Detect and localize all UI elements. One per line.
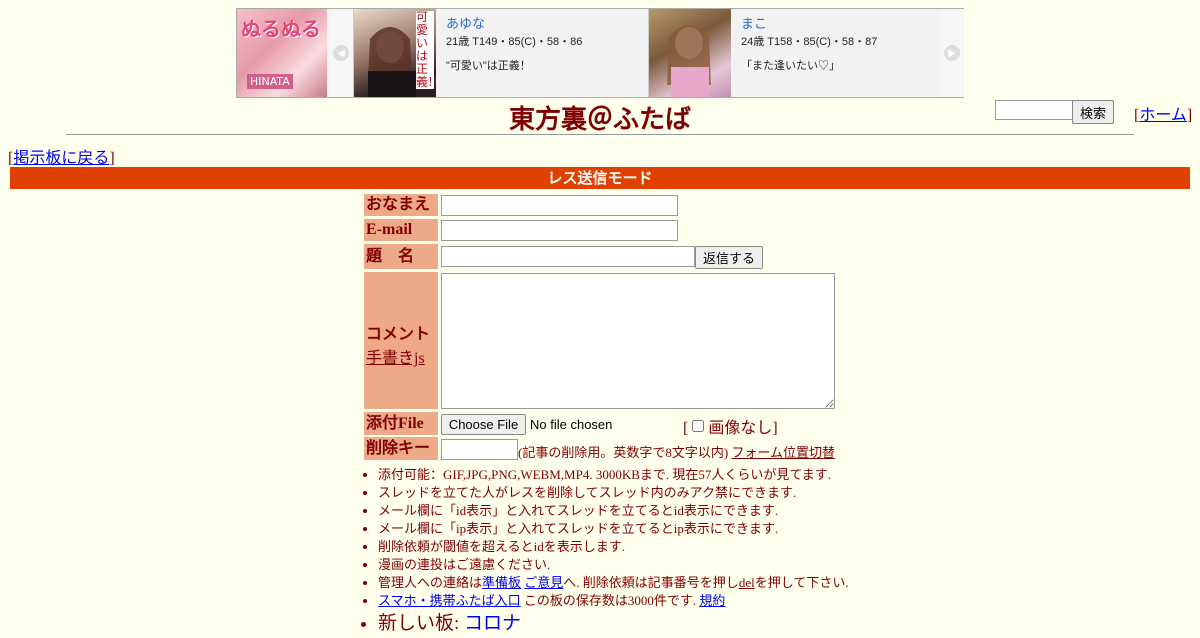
new-board-link[interactable]: コロナ <box>464 613 521 634</box>
card-message-1: "可愛い"は正義！ <box>446 60 531 72</box>
ad-left-title: ぬるぬる <box>241 17 321 41</box>
rule-item: 削除依頼が閾値を超えるとidを表示します. <box>378 538 849 556</box>
comment-label-cell: コメント 手書きjs <box>364 272 438 409</box>
rule-text: 管理人への連絡は <box>378 575 483 590</box>
rule-item-mobile: スマホ・携帯ふたば入口 この板の保存数は3000件です. 規約 <box>378 592 849 610</box>
back-to-board-link[interactable]: 掲示板に戻る <box>13 150 109 167</box>
mobile-entrance-link[interactable]: スマホ・携帯ふたば入口 <box>378 593 521 608</box>
email-label: E-mail <box>364 219 438 241</box>
feedback-link[interactable]: ご意見 <box>524 575 563 590</box>
name-label: おなまえ <box>364 194 438 216</box>
card-info-1: あゆな 21歳 T149・85(C)・58・86 "可愛い"は正義！ <box>446 13 582 73</box>
card-message-2: 「また逢いたい♡」 <box>741 60 840 72</box>
comment-label: コメント <box>366 326 431 343</box>
board-rules-list: 添付可能：GIF,JPG,PNG,WEBM,MP4. 3000KBまで. 現在5… <box>362 466 849 638</box>
card-photo-1[interactable]: 可愛いは正義!! <box>354 9 438 97</box>
rule-item: 漫画の連投はご遠慮ください. <box>378 556 849 574</box>
no-file-status: No file chosen <box>530 417 613 432</box>
banner-prev-button[interactable]: ◀ <box>329 9 353 97</box>
subject-label: 題 名 <box>364 244 438 269</box>
banner-card-2[interactable]: まこ 24歳 T158・85(C)・58・87 「また逢いたい♡」 <box>648 9 943 97</box>
subject-input[interactable] <box>441 246 695 267</box>
del-link[interactable]: del <box>739 575 755 590</box>
no-image-label: 画像なし <box>708 420 773 437</box>
rule-text: この板の保存数は3000件です. <box>520 593 700 608</box>
prep-board-link[interactable]: 準備板 <box>482 575 521 590</box>
chevron-right-icon: ▶ <box>944 45 960 61</box>
form-position-toggle-link[interactable]: フォーム位置切替 <box>731 445 835 460</box>
banner-card-1[interactable]: 可愛いは正義!! あゆな 21歳 T149・85(C)・58・86 "可愛い"は… <box>353 9 648 97</box>
card-name-1[interactable]: あゆな <box>446 13 582 32</box>
page-title: 東方裏＠ふたば <box>508 105 691 135</box>
rule-item: メール欄に「id表示」と入れてスレッドを立てるとid表示にできます. <box>378 502 849 520</box>
reply-submit-button[interactable]: 返信する <box>695 246 763 269</box>
card-name-2[interactable]: まこ <box>741 13 877 32</box>
rule-item: 添付可能：GIF,JPG,PNG,WEBM,MP4. 3000KBまで. 現在5… <box>378 466 849 484</box>
delete-key-input[interactable] <box>441 439 518 460</box>
rule-text: へ. 削除依頼は記事番号を押し <box>563 575 739 590</box>
rule-item: メール欄に「ip表示」と入れてスレッドを立てるとip表示にできます. <box>378 520 849 538</box>
name-input[interactable] <box>441 195 678 216</box>
card-photo-2[interactable] <box>649 9 731 97</box>
reply-mode-bar: レス送信モード <box>10 167 1190 189</box>
rule-item-contact: 管理人への連絡は準備板 ご意見へ. 削除依頼は記事番号を押しdelを押して下さい… <box>378 574 849 592</box>
choose-file-button[interactable]: Choose File <box>441 414 526 435</box>
divider <box>66 134 1134 135</box>
rule-text: を押して下さい. <box>754 575 849 590</box>
chevron-left-icon: ◀ <box>333 45 349 61</box>
card-photo-2-art <box>667 25 711 97</box>
email-input[interactable] <box>441 220 678 241</box>
card-info-2: まこ 24歳 T158・85(C)・58・87 「また逢いたい♡」 <box>741 13 877 73</box>
rule-item: スレッドを立てた人がレスを削除してスレッド内のみアク禁にできます. <box>378 484 849 502</box>
rule-item-new-board: 新しい板: コロナ <box>378 610 849 638</box>
terms-link[interactable]: 規約 <box>699 593 725 608</box>
ad-left-sub: HINATA <box>247 74 293 89</box>
no-image-option: [ 画像なし] <box>683 420 778 437</box>
new-board-label: 新しい板: <box>378 613 465 634</box>
tegaki-link[interactable]: 手書きjs <box>366 350 425 367</box>
delete-key-note: (記事の削除用。英数字で8文字以内) フォーム位置切替 <box>518 442 835 461</box>
no-image-checkbox[interactable] <box>692 420 705 432</box>
delete-key-note-text: (記事の削除用。英数字で8文字以内) <box>518 445 729 460</box>
card-stats-2: 24歳 T158・85(C)・58・87 <box>741 36 878 48</box>
back-link-wrapper: [掲示板に戻る] <box>8 150 115 167</box>
delete-key-label: 削除キー <box>364 437 438 460</box>
card-photo-1-caption: 可愛いは正義!! <box>416 10 438 89</box>
ad-left-image[interactable]: ぬるぬる HINATA <box>237 9 327 97</box>
file-label: 添付File <box>364 412 438 435</box>
comment-textarea[interactable] <box>441 273 835 409</box>
ad-banner[interactable]: ぬるぬる HINATA ◀ 可愛いは正義!! あゆな 21歳 T149・85(C… <box>236 8 964 98</box>
card-stats-1: 21歳 T149・85(C)・58・86 <box>446 36 583 48</box>
banner-next-button[interactable]: ▶ <box>940 9 964 97</box>
